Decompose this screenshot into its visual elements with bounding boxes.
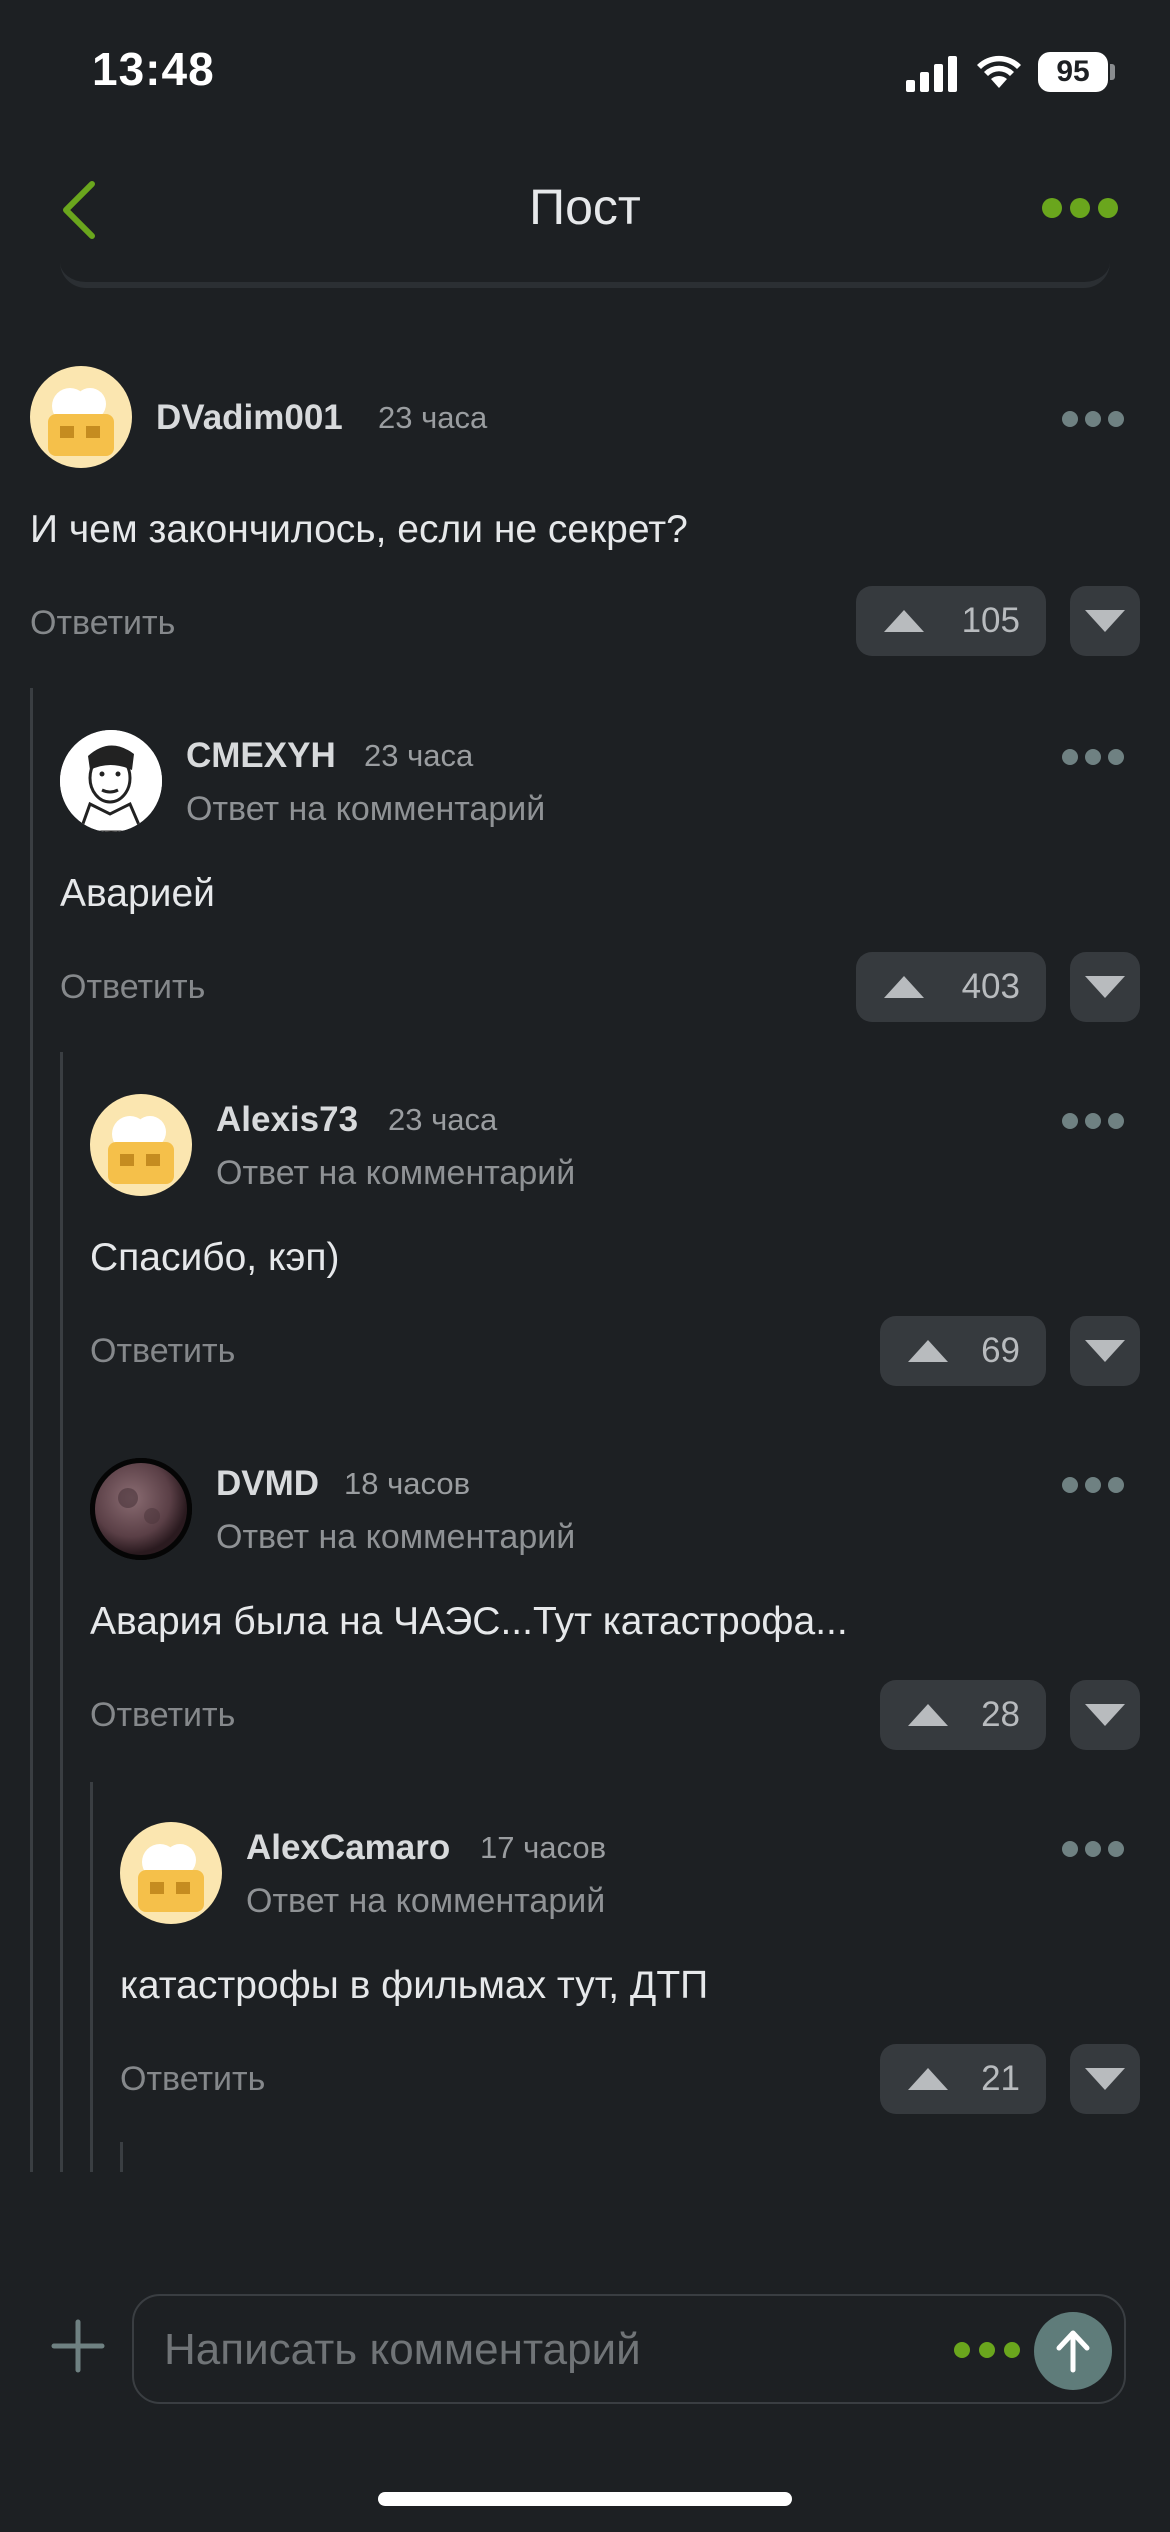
upvote-button[interactable]: 403 [856, 952, 1046, 1022]
comment-text: И чем закончилось, если не секрет? [30, 508, 688, 551]
wifi-icon [977, 55, 1021, 88]
upvote-icon [908, 2068, 948, 2090]
comment-text: Спасибо, кэп) [90, 1236, 340, 1279]
avatar[interactable] [30, 366, 132, 468]
comment-more-icon[interactable] [1060, 408, 1126, 430]
downvote-icon [1085, 2068, 1125, 2090]
upvote-icon [884, 976, 924, 998]
avatar[interactable] [60, 730, 162, 832]
comment-more-icon[interactable] [1060, 746, 1126, 768]
comment-author[interactable]: DVadim001 [156, 398, 343, 438]
send-button[interactable] [1034, 2312, 1112, 2390]
reply-button[interactable]: Ответить [90, 1332, 235, 1371]
reply-to-label: Ответ на комментарий [246, 1882, 606, 1920]
reply-button[interactable]: Ответить [30, 604, 175, 643]
comment-text: Аварией [60, 872, 215, 915]
battery-indicator: 95 [1038, 52, 1108, 92]
vote-count: 28 [981, 1695, 1020, 1734]
avatar[interactable] [90, 1458, 192, 1560]
composer-more-icon[interactable] [952, 2340, 1022, 2360]
comment-timestamp: 23 часа [364, 738, 474, 773]
cheese-avatar-icon [30, 366, 132, 468]
comment-more-icon[interactable] [1060, 1838, 1126, 1860]
attach-plus-icon[interactable] [50, 2318, 106, 2374]
moon-avatar-icon [90, 1458, 192, 1560]
arrow-up-icon [1056, 2330, 1090, 2373]
avatar[interactable] [120, 1822, 222, 1924]
vote-count: 403 [961, 967, 1020, 1006]
comment-more-icon[interactable] [1060, 1474, 1126, 1496]
downvote-button[interactable] [1070, 952, 1140, 1022]
upvote-icon [884, 610, 924, 632]
status-time: 13:48 [92, 43, 215, 95]
downvote-button[interactable] [1070, 2044, 1140, 2114]
comment-text: Авария была на ЧАЭС...Тут катастрофа... [90, 1600, 848, 1643]
reply-button[interactable]: Ответить [90, 1696, 235, 1735]
comment-timestamp: 23 часа [388, 1102, 498, 1137]
upvote-button[interactable]: 28 [880, 1680, 1046, 1750]
previous-card-edge [60, 262, 1110, 288]
cheese-avatar-icon [120, 1822, 222, 1924]
comment-author[interactable]: DVMD [216, 1464, 319, 1504]
more-options-icon[interactable] [1040, 196, 1120, 220]
battery-nub [1110, 64, 1115, 80]
comment-author[interactable]: Alexis73 [216, 1100, 358, 1140]
thread-line [30, 688, 33, 2172]
cellular-signal-icon [906, 56, 957, 92]
comment-more-icon[interactable] [1060, 1110, 1126, 1132]
downvote-icon [1085, 610, 1125, 632]
comment-author[interactable]: CMEXYH [186, 736, 336, 776]
meme-face-avatar-icon [60, 730, 162, 832]
reply-button[interactable]: Ответить [60, 968, 205, 1007]
reply-to-label: Ответ на комментарий [216, 1154, 576, 1192]
downvote-icon [1085, 976, 1125, 998]
vote-count: 105 [961, 601, 1020, 640]
thread-line [60, 1052, 63, 2172]
cheese-avatar-icon [90, 1094, 192, 1196]
upvote-button[interactable]: 105 [856, 586, 1046, 656]
reply-button[interactable]: Ответить [120, 2060, 265, 2099]
upvote-button[interactable]: 21 [880, 2044, 1046, 2114]
upvote-icon [908, 1704, 948, 1726]
vote-count: 69 [981, 1331, 1020, 1370]
comment-composer [132, 2294, 1126, 2404]
downvote-icon [1085, 1704, 1125, 1726]
comment-text: катастрофы в фильмах тут, ДТП [120, 1964, 709, 2007]
comment-timestamp: 17 часов [480, 1830, 607, 1865]
home-indicator [378, 2492, 792, 2506]
comment-timestamp: 18 часов [344, 1466, 471, 1501]
vote-count: 21 [981, 2059, 1020, 2098]
comment-author[interactable]: AlexCamaro [246, 1828, 450, 1868]
thread-line [120, 2142, 123, 2172]
downvote-icon [1085, 1340, 1125, 1362]
reply-to-label: Ответ на комментарий [186, 790, 546, 828]
comment-timestamp: 23 часа [378, 400, 488, 435]
downvote-button[interactable] [1070, 586, 1140, 656]
downvote-button[interactable] [1070, 1316, 1140, 1386]
comment-input[interactable] [162, 2296, 946, 2404]
upvote-icon [908, 1340, 948, 1362]
thread-line [90, 1782, 93, 2172]
downvote-button[interactable] [1070, 1680, 1140, 1750]
page-title: Пост [529, 179, 641, 235]
avatar[interactable] [90, 1094, 192, 1196]
upvote-button[interactable]: 69 [880, 1316, 1046, 1386]
reply-to-label: Ответ на комментарий [216, 1518, 576, 1556]
